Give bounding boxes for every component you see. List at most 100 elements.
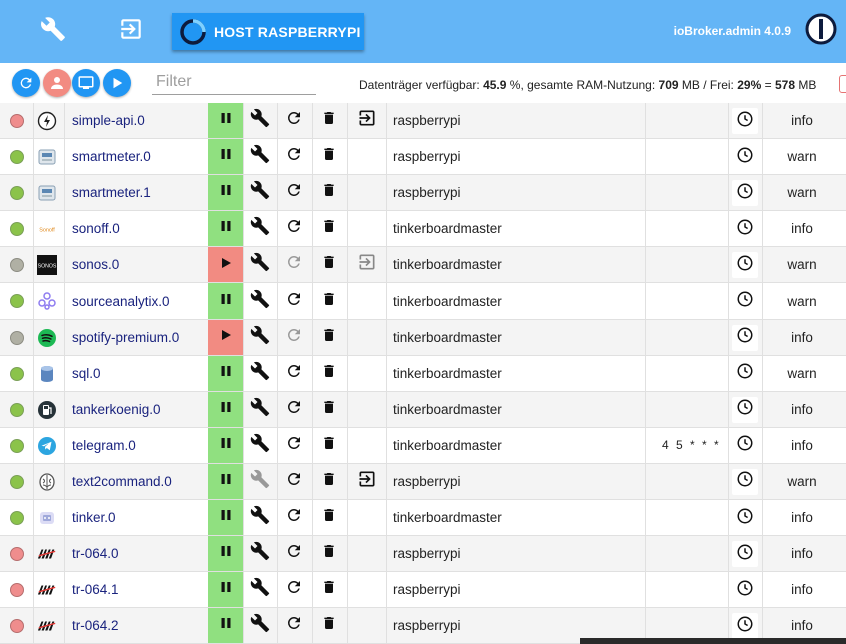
restart-button[interactable] (277, 392, 311, 427)
delete-button[interactable] (312, 211, 346, 246)
play-button[interactable] (103, 69, 131, 97)
restart-button[interactable] (277, 356, 311, 391)
restart-button[interactable] (277, 139, 311, 174)
schedule-button[interactable] (732, 613, 758, 640)
delete-button[interactable] (312, 536, 346, 571)
delete-button[interactable] (312, 175, 346, 210)
wrench-icon[interactable] (38, 14, 68, 44)
pause-button[interactable] (208, 463, 243, 500)
schedule-button[interactable] (732, 541, 758, 568)
install-url-button[interactable] (72, 69, 100, 97)
delete-button[interactable] (312, 500, 346, 535)
pause-button[interactable] (208, 608, 243, 644)
schedule-button[interactable] (732, 108, 758, 134)
settings-button[interactable] (243, 356, 277, 391)
log-level[interactable]: warn (762, 175, 842, 210)
restart-button[interactable] (277, 428, 311, 463)
delete-button[interactable] (312, 283, 346, 318)
delete-button[interactable] (312, 320, 346, 355)
log-level[interactable]: info (762, 428, 842, 463)
schedule-button[interactable] (732, 216, 758, 243)
schedule-button[interactable] (732, 505, 758, 532)
log-level[interactable]: info (762, 572, 842, 607)
adapter-name[interactable]: sourceanalytix.0 (72, 283, 170, 318)
schedule-button[interactable] (732, 180, 758, 207)
delete-button[interactable] (312, 464, 346, 499)
restart-button[interactable] (277, 500, 311, 535)
schedule-button[interactable] (732, 396, 758, 423)
schedule-button[interactable] (732, 324, 758, 351)
pause-button[interactable] (208, 175, 243, 211)
settings-button[interactable] (243, 392, 277, 427)
settings-button[interactable] (243, 283, 277, 318)
schedule-button[interactable] (732, 288, 758, 315)
adapter-name[interactable]: telegram.0 (72, 428, 136, 463)
filter-input[interactable] (152, 69, 316, 95)
start-button[interactable] (208, 247, 243, 283)
schedule-button[interactable] (732, 468, 758, 495)
log-level[interactable]: warn (762, 464, 842, 499)
log-level[interactable]: info (762, 536, 842, 571)
pause-button[interactable] (208, 355, 243, 391)
schedule-button[interactable] (732, 432, 758, 459)
log-level[interactable]: info (762, 320, 842, 355)
restart-button[interactable] (277, 103, 311, 138)
settings-button[interactable] (243, 139, 277, 174)
adapter-name[interactable]: smartmeter.0 (72, 139, 151, 174)
delete-button[interactable] (312, 139, 346, 174)
settings-button[interactable] (243, 572, 277, 607)
delete-button[interactable] (312, 247, 346, 282)
log-level[interactable]: warn (762, 247, 842, 282)
settings-button[interactable] (243, 500, 277, 535)
adapter-name[interactable]: tr-064.1 (72, 572, 119, 607)
adapter-name[interactable]: tr-064.2 (72, 608, 119, 643)
delete-button[interactable] (312, 428, 346, 463)
log-level[interactable]: warn (762, 356, 842, 391)
schedule-button[interactable] (732, 360, 758, 387)
open-web-button[interactable] (347, 247, 386, 282)
log-level[interactable]: warn (762, 283, 842, 318)
pause-button[interactable] (208, 500, 243, 536)
refresh-button[interactable] (12, 69, 40, 97)
adapter-name[interactable]: tankerkoenig.0 (72, 392, 161, 427)
pause-button[interactable] (208, 391, 243, 427)
adapter-name[interactable]: sonoff.0 (72, 211, 120, 246)
info-icon[interactable] (839, 75, 846, 93)
adapter-name[interactable]: tinker.0 (72, 500, 116, 535)
pause-button[interactable] (208, 139, 243, 175)
pause-button[interactable] (208, 211, 243, 247)
restart-button[interactable] (277, 320, 311, 355)
expert-mode-button[interactable] (43, 69, 71, 97)
settings-button[interactable] (243, 247, 277, 282)
log-level[interactable]: warn (762, 139, 842, 174)
settings-button[interactable] (243, 211, 277, 246)
log-level[interactable]: info (762, 211, 842, 246)
start-button[interactable] (208, 319, 243, 355)
pause-button[interactable] (208, 103, 243, 139)
settings-button[interactable] (243, 608, 277, 643)
restart-button[interactable] (277, 608, 311, 643)
enter-icon[interactable] (116, 14, 146, 44)
settings-button[interactable] (243, 175, 277, 210)
log-level[interactable]: info (762, 392, 842, 427)
restart-button[interactable] (277, 536, 311, 571)
restart-button[interactable] (277, 464, 311, 499)
restart-button[interactable] (277, 572, 311, 607)
settings-button[interactable] (243, 103, 277, 138)
restart-button[interactable] (277, 211, 311, 246)
pause-button[interactable] (208, 572, 243, 608)
schedule-button[interactable] (732, 577, 758, 604)
log-level[interactable]: info (762, 103, 842, 138)
settings-button[interactable] (243, 428, 277, 463)
settings-button[interactable] (243, 536, 277, 571)
adapter-name[interactable]: spotify-premium.0 (72, 320, 179, 355)
host-selector-button[interactable]: HOST RASPBERRYPI (172, 13, 364, 50)
settings-button[interactable] (243, 320, 277, 355)
pause-button[interactable] (208, 283, 243, 319)
delete-button[interactable] (312, 392, 346, 427)
adapter-name[interactable]: text2command.0 (72, 464, 172, 499)
delete-button[interactable] (312, 572, 346, 607)
delete-button[interactable] (312, 608, 346, 643)
adapter-name[interactable]: sonos.0 (72, 247, 119, 282)
schedule-button[interactable] (732, 252, 758, 279)
